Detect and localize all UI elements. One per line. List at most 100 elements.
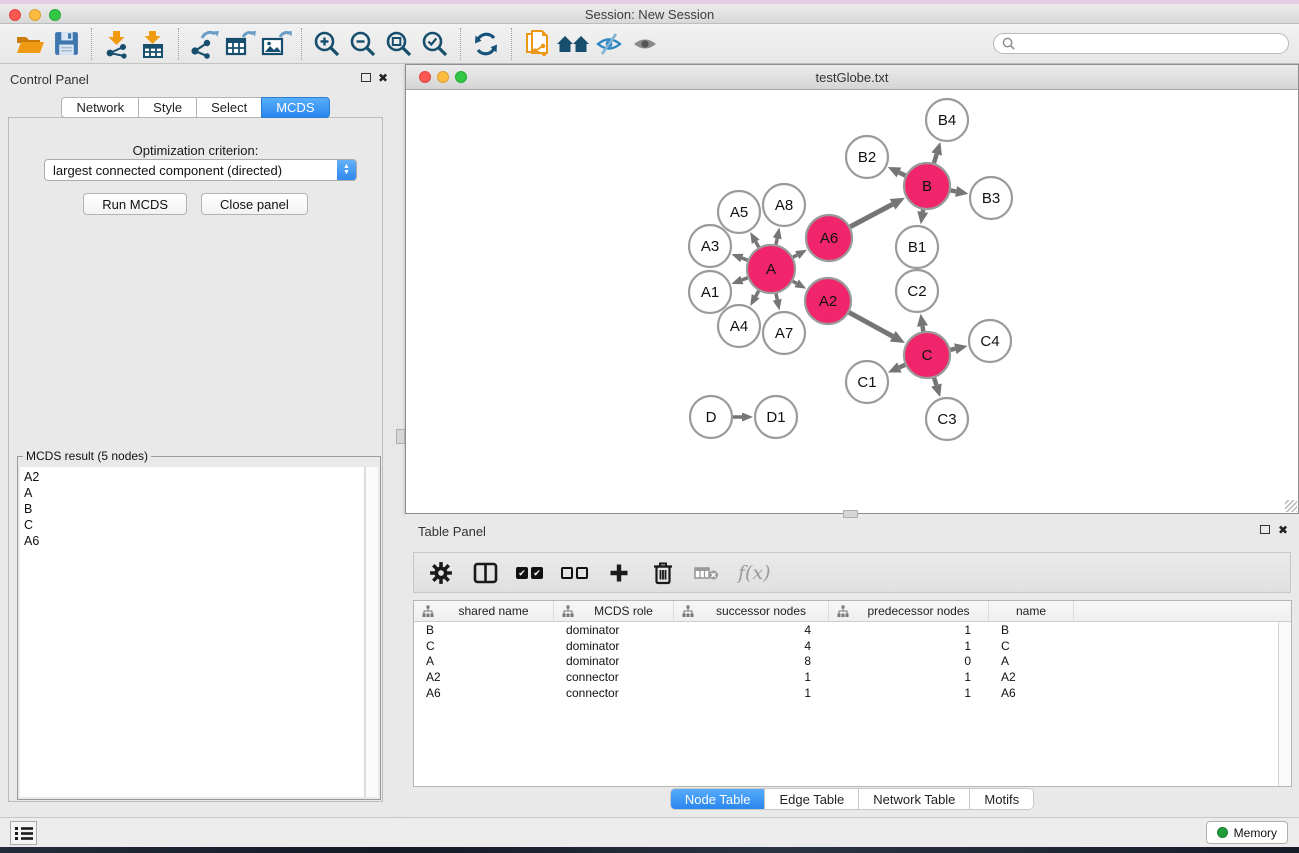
result-item[interactable]: B (24, 501, 364, 517)
table-cell[interactable]: connector (554, 670, 674, 684)
deselect-all-button[interactable] (561, 558, 588, 588)
graph-edge-C-C1[interactable] (899, 365, 905, 368)
table-cell[interactable]: C (414, 639, 554, 653)
table-cell[interactable]: B (414, 623, 554, 637)
table-row[interactable]: Bdominator41B (414, 622, 1278, 638)
column-header-MCDS-role[interactable]: MCDS role (554, 601, 674, 621)
export-network-button[interactable] (186, 27, 222, 61)
close-panel-icon[interactable]: ✖ (378, 73, 388, 83)
table-cell[interactable]: 4 (674, 639, 829, 653)
table-cell[interactable]: C (989, 639, 1074, 653)
search-field[interactable] (993, 33, 1289, 54)
table-cell[interactable]: 1 (829, 686, 989, 700)
graph-edge-C-C4[interactable] (950, 349, 955, 350)
graph-edge-A2-C[interactable] (849, 312, 893, 336)
table-cell[interactable]: 1 (829, 670, 989, 684)
delete-column-button[interactable] (650, 558, 676, 588)
table-row[interactable]: Cdominator41C (414, 638, 1278, 654)
zoom-in-button[interactable] (309, 27, 345, 61)
table-cell[interactable]: 1 (674, 686, 829, 700)
table-cell[interactable]: 4 (674, 623, 829, 637)
column-header-shared-name[interactable]: shared name (414, 601, 554, 621)
table-cell[interactable]: 1 (829, 639, 989, 653)
open-file-button[interactable] (12, 27, 48, 61)
network-graph[interactable]: B4B2BB3A8A5A6A3B1AA1C2A2A4A7C4CC1C3DD1 (406, 90, 1298, 514)
zoom-out-button[interactable] (345, 27, 381, 61)
save-session-button[interactable] (48, 27, 84, 61)
table-row[interactable]: A6connector11A6 (414, 685, 1278, 701)
graph-edge-A-A6[interactable] (793, 255, 797, 257)
refresh-layout-button[interactable] (468, 27, 504, 61)
tab-motifs[interactable]: Motifs (970, 789, 1033, 809)
select-all-button[interactable]: ✔ ✔ (516, 558, 543, 588)
table-scrollbar[interactable] (1278, 622, 1291, 786)
export-table-button[interactable] (222, 27, 258, 61)
add-column-button[interactable] (606, 558, 632, 588)
network-from-document-button[interactable] (519, 27, 555, 61)
table-cell[interactable]: 1 (829, 623, 989, 637)
zoom-fit-button[interactable] (381, 27, 417, 61)
table-cell[interactable]: dominator (554, 623, 674, 637)
graph-edge-A-A3[interactable] (742, 258, 748, 260)
table-row[interactable]: A2connector11A2 (414, 669, 1278, 685)
graph-edge-A-A1[interactable] (742, 278, 748, 280)
graph-edge-A-A2[interactable] (793, 281, 797, 283)
table-cell[interactable]: A6 (414, 686, 554, 700)
splitter-handle[interactable] (396, 429, 405, 444)
graph-edge-C-C3[interactable] (934, 378, 936, 385)
table-cell[interactable]: A (414, 654, 554, 668)
close-table-panel-icon[interactable]: ✖ (1278, 525, 1288, 535)
tab-edge-table[interactable]: Edge Table (765, 789, 859, 809)
splitter-handle[interactable] (843, 510, 858, 518)
zoom-selected-button[interactable] (417, 27, 453, 61)
table-row[interactable]: Adominator80A (414, 654, 1278, 670)
task-history-button[interactable] (10, 821, 37, 845)
table-cell[interactable]: connector (554, 686, 674, 700)
float-panel-icon[interactable] (361, 73, 371, 82)
graph-edge-A-A7[interactable] (776, 293, 777, 299)
result-item[interactable]: C (24, 517, 364, 533)
table-cell[interactable]: A6 (989, 686, 1074, 700)
graph-edge-B-B4[interactable] (934, 154, 937, 163)
tab-network[interactable]: Network (61, 97, 138, 118)
tab-network-table[interactable]: Network Table (859, 789, 970, 809)
graph-edge-B-B2[interactable] (899, 172, 905, 175)
graph-edge-C-C2[interactable] (922, 326, 923, 331)
graph-edge-B-B3[interactable] (951, 190, 957, 191)
table-settings-button[interactable] (428, 558, 454, 588)
network-canvas[interactable]: B4B2BB3A8A5A6A3B1AA1C2A2A4A7C4CC1C3DD1 (406, 90, 1298, 513)
result-scrollbar[interactable] (365, 467, 378, 797)
graph-edge-A-A8[interactable] (776, 238, 777, 244)
result-item[interactable]: A2 (24, 469, 364, 485)
table-cell[interactable]: A2 (989, 670, 1074, 684)
search-input[interactable] (1020, 37, 1280, 51)
table-cell[interactable]: A2 (414, 670, 554, 684)
mcds-result-list[interactable]: A2ABCA6 (20, 467, 365, 797)
home-views-button[interactable] (555, 27, 591, 61)
import-network-button[interactable] (99, 27, 135, 61)
resize-grip-icon[interactable] (1285, 500, 1297, 512)
tab-mcds[interactable]: MCDS (261, 97, 329, 118)
tab-style[interactable]: Style (138, 97, 196, 118)
graph-edge-A6-B[interactable] (850, 204, 892, 226)
hide-selected-button[interactable] (591, 27, 627, 61)
run-mcds-button[interactable]: Run MCDS (83, 193, 187, 215)
column-header-name[interactable]: name (989, 601, 1074, 621)
criterion-dropdown[interactable]: largest connected component (directed) ▲… (44, 159, 357, 181)
memory-button[interactable]: Memory (1206, 821, 1288, 844)
import-table-button[interactable] (135, 27, 171, 61)
table-cell[interactable]: dominator (554, 654, 674, 668)
column-header-predecessor-nodes[interactable]: predecessor nodes (829, 601, 989, 621)
tab-select[interactable]: Select (196, 97, 261, 118)
column-layout-button[interactable] (472, 558, 498, 588)
table-cell[interactable]: 8 (674, 654, 829, 668)
table-cell[interactable]: B (989, 623, 1074, 637)
table-cell[interactable]: 1 (674, 670, 829, 684)
graph-edge-A-A5[interactable] (756, 242, 759, 248)
network-window-titlebar[interactable]: testGlobe.txt (406, 65, 1298, 90)
export-image-button[interactable] (258, 27, 294, 61)
function-builder-button[interactable]: f(x) (738, 558, 771, 588)
graph-edge-A-A4[interactable] (756, 291, 759, 297)
column-header-successor-nodes[interactable]: successor nodes (674, 601, 829, 621)
result-item[interactable]: A6 (24, 533, 364, 549)
